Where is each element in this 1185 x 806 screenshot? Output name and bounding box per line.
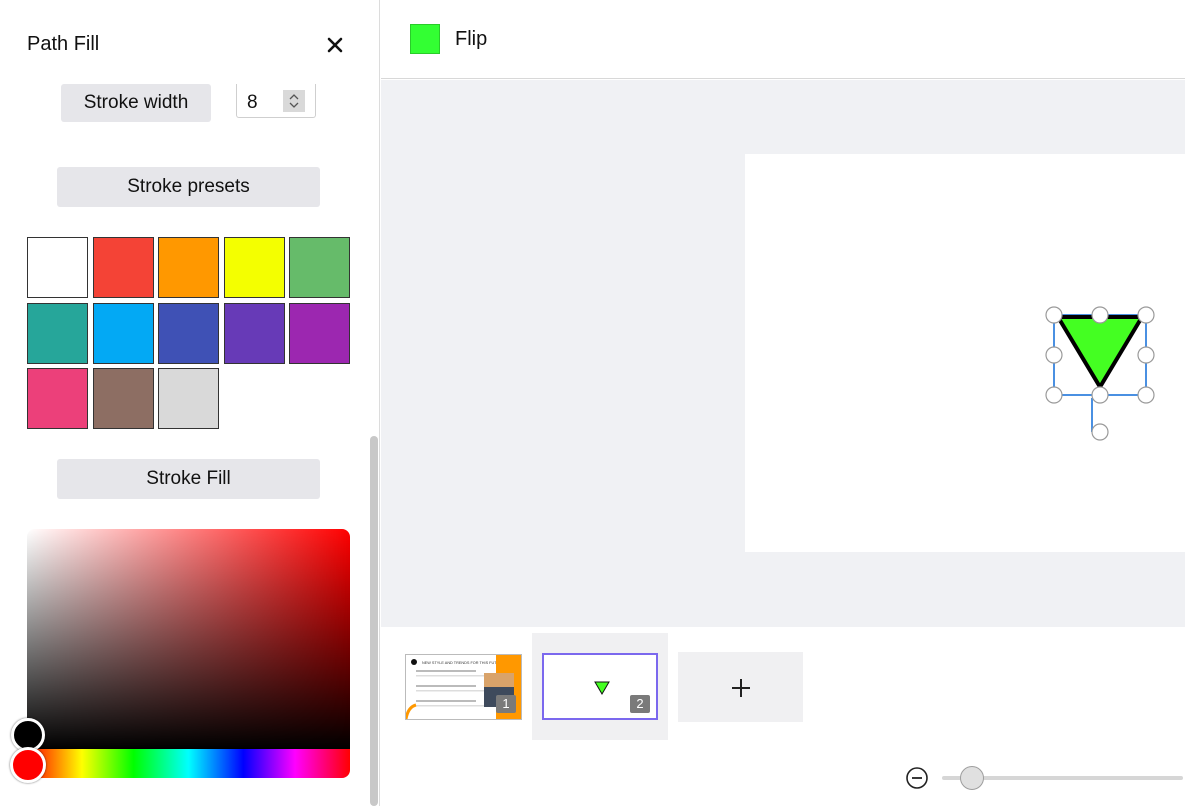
color-swatch[interactable] (289, 237, 350, 298)
fill-color-chip[interactable] (410, 24, 440, 54)
color-swatch[interactable] (289, 302, 350, 364)
color-swatch[interactable] (223, 237, 285, 298)
color-swatch[interactable] (27, 237, 88, 298)
stroke-fill-button[interactable]: Stroke Fill (57, 459, 320, 499)
slide-number-badge: 2 (630, 695, 650, 713)
color-swatch[interactable] (158, 368, 219, 429)
hue-slider[interactable] (27, 749, 350, 778)
stroke-presets-button[interactable]: Stroke presets (57, 167, 320, 207)
slide-thumbnail-2-container: 2 (532, 633, 668, 740)
selected-triangle-shape[interactable] (1044, 306, 1156, 447)
panel-scrollbar[interactable] (370, 436, 378, 806)
hue-slider-handle[interactable] (10, 747, 46, 783)
stroke-width-button[interactable]: Stroke width (61, 84, 211, 122)
color-swatch[interactable] (158, 237, 219, 298)
path-fill-panel: Path Fill Stroke width 8 Stroke presets … (0, 0, 380, 806)
stroke-width-value: 8 (247, 92, 258, 113)
zoom-out-icon[interactable] (905, 766, 929, 790)
color-saturation-picker[interactable] (27, 529, 350, 749)
slide-thumbnail-1[interactable]: NEW STYLE AND TRENDS FOR THIS FUTURE 1 (405, 654, 522, 720)
stroke-width-input[interactable]: 8 (236, 84, 316, 118)
color-swatch[interactable] (92, 237, 154, 298)
close-icon[interactable] (323, 33, 347, 57)
stepper-icon[interactable] (283, 90, 305, 112)
slide-number-badge: 1 (496, 695, 516, 713)
plus-icon (732, 679, 750, 697)
slide-thumbnail-2[interactable]: 2 (542, 653, 658, 720)
color-swatch[interactable] (92, 368, 154, 429)
color-swatch[interactable] (223, 302, 285, 364)
thumb1-title: NEW STYLE AND TRENDS FOR THIS FUTURE (422, 661, 505, 665)
color-swatch[interactable] (27, 302, 88, 364)
color-swatch[interactable] (27, 368, 88, 429)
zoom-slider-knob[interactable] (960, 766, 984, 790)
color-swatch[interactable] (92, 302, 154, 364)
color-swatch[interactable] (158, 302, 219, 364)
panel-title: Path Fill (27, 33, 100, 55)
top-toolbar: Flip (381, 0, 1185, 79)
canvas-area (381, 80, 1185, 627)
flip-button[interactable]: Flip (455, 28, 487, 51)
slide-filmstrip: NEW STYLE AND TRENDS FOR THIS FUTURE 1 2 (381, 627, 1185, 806)
add-slide-button[interactable] (678, 652, 803, 722)
